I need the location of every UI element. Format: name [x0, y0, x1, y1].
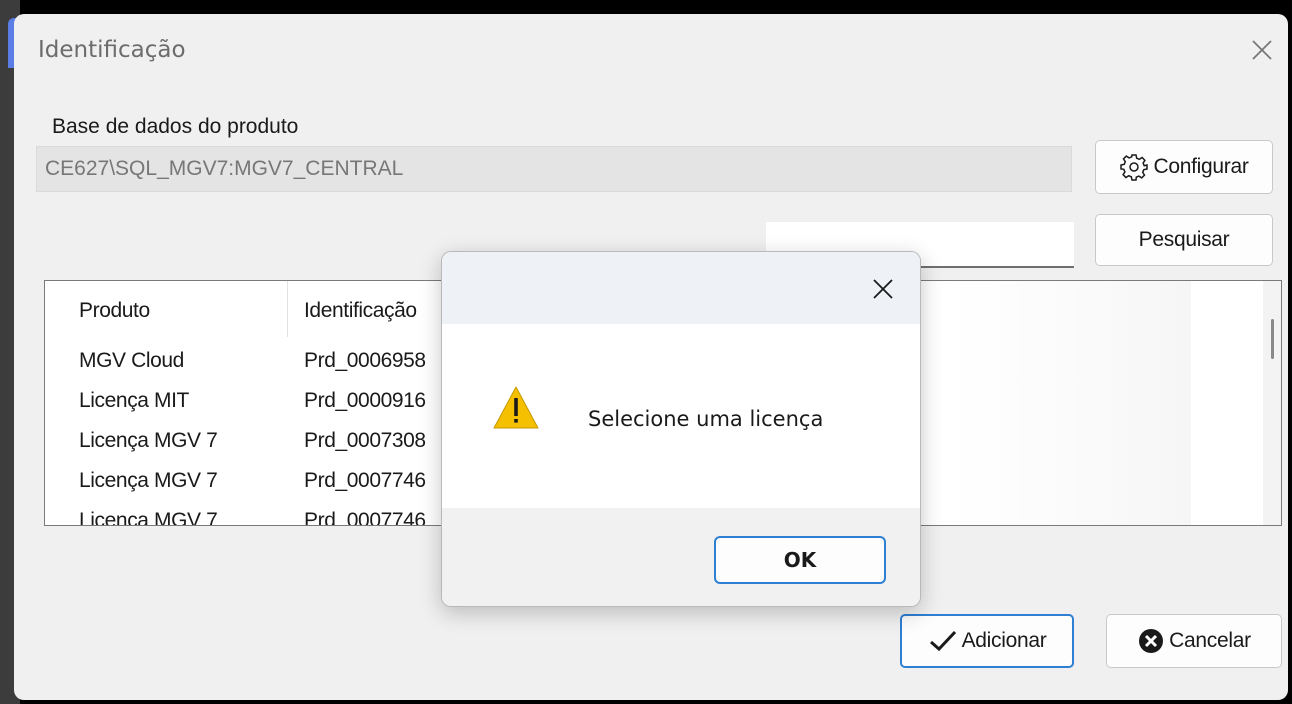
check-icon	[929, 630, 956, 652]
table-cell-product[interactable]: Licença MGV 7	[79, 429, 218, 453]
cancel-button[interactable]: Cancelar	[1106, 614, 1282, 668]
cancel-label: Cancelar	[1169, 629, 1251, 652]
database-label: Base de dados do produto	[52, 115, 299, 138]
window-title: Identificação	[38, 37, 186, 63]
list-fade	[951, 281, 1191, 525]
scrollbar-thumb[interactable]	[1271, 319, 1274, 359]
cancel-circle-icon	[1139, 629, 1164, 653]
search-button[interactable]: Pesquisar	[1095, 214, 1273, 266]
column-separator[interactable]	[287, 281, 288, 337]
table-cell-product[interactable]: MGV Cloud	[79, 349, 184, 373]
gear-icon	[1120, 154, 1149, 181]
table-cell-identification[interactable]: Prd_0007308	[304, 429, 426, 453]
dialog-message: Selecione uma licença	[588, 407, 824, 431]
list-scrollbar[interactable]	[1263, 281, 1281, 525]
configure-label: Configurar	[1153, 155, 1249, 178]
ok-button[interactable]: OK	[714, 536, 886, 584]
table-cell-identification[interactable]: Prd_0006958	[304, 349, 426, 373]
table-cell-identification[interactable]: Prd_0000916	[304, 389, 426, 413]
configure-button[interactable]: Configurar	[1095, 140, 1273, 194]
close-icon[interactable]	[1248, 36, 1276, 64]
column-header-product[interactable]: Produto	[79, 299, 150, 323]
add-label: Adicionar	[961, 629, 1047, 652]
dialog-close-icon[interactable]	[870, 276, 896, 302]
table-cell-product[interactable]: Licença MIT	[79, 389, 189, 413]
column-header-identification[interactable]: Identificação	[304, 299, 417, 323]
table-cell-product[interactable]: Licença MGV 7	[79, 509, 218, 525]
table-cell-identification[interactable]: Prd_0007746	[304, 469, 426, 493]
table-cell-identification[interactable]: Prd_0007746	[304, 509, 426, 525]
alert-dialog: Selecione uma licença OK	[441, 251, 921, 607]
dialog-header	[442, 252, 920, 324]
table-cell-product[interactable]: Licença MGV 7	[79, 469, 218, 493]
add-button[interactable]: Adicionar	[900, 614, 1074, 668]
database-field: CE627\SQL_MGV7:MGV7_CENTRAL	[36, 146, 1072, 192]
warning-icon	[493, 386, 539, 429]
